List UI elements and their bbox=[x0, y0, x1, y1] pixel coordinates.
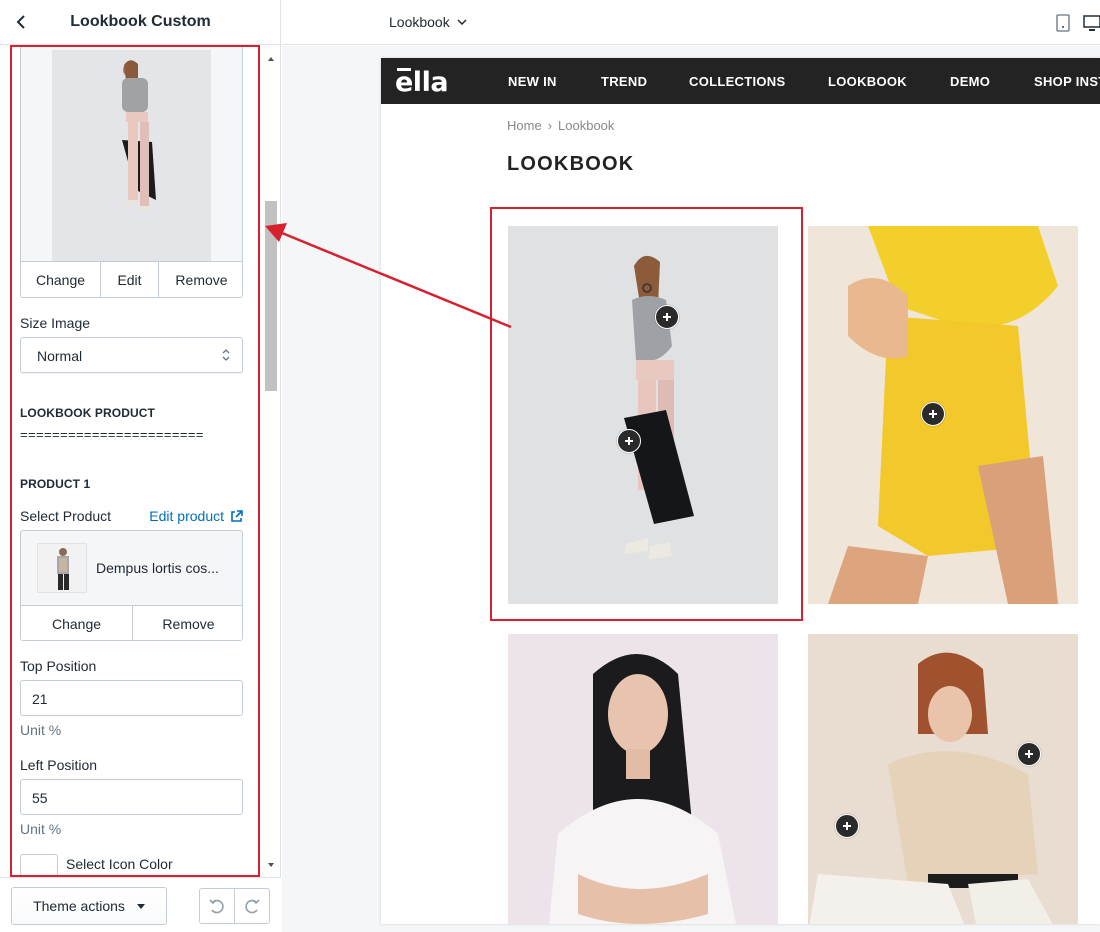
left-position-value: 55 bbox=[32, 790, 48, 806]
remove-product-button[interactable]: Remove bbox=[133, 606, 242, 640]
undo-redo-group bbox=[199, 888, 270, 924]
size-image-value: Normal bbox=[37, 348, 83, 364]
sidebar-title: Lookbook Custom bbox=[70, 13, 211, 30]
image-actions: Change Edit Remove bbox=[21, 261, 242, 297]
lookbook-image-thumbnail bbox=[52, 50, 211, 261]
hotspot-plus-icon[interactable] bbox=[921, 402, 945, 426]
theme-editor-sidebar: Lookbook Custom Change Edit Remove Size … bbox=[0, 0, 281, 932]
separator-text: ======================= bbox=[20, 427, 204, 442]
nav-item-shop-insta[interactable]: SHOP INSTA bbox=[1034, 74, 1100, 89]
icon-color-swatch[interactable] bbox=[20, 854, 58, 876]
icon-color-label: Select Icon Color bbox=[66, 856, 173, 872]
redo-icon bbox=[245, 899, 260, 914]
page-selector-label: Lookbook bbox=[389, 14, 450, 30]
product-image bbox=[38, 544, 86, 592]
change-image-button[interactable]: Change bbox=[21, 262, 101, 297]
mobile-view-icon[interactable] bbox=[1056, 14, 1070, 32]
plus-icon bbox=[1025, 750, 1033, 758]
store-logo[interactable]: ella bbox=[395, 67, 449, 98]
store-logo-text: ella bbox=[395, 67, 449, 98]
page-title: LOOKBOOK bbox=[507, 153, 635, 175]
select-product-label: Select Product bbox=[20, 508, 112, 524]
model-figure-image bbox=[52, 50, 211, 261]
breadcrumb: Home › Lookbook bbox=[507, 118, 614, 133]
hotspot-plus-icon[interactable] bbox=[835, 814, 859, 838]
left-position-input[interactable]: 55 bbox=[20, 779, 243, 815]
plus-icon bbox=[625, 437, 633, 445]
logo-macron bbox=[397, 68, 411, 71]
theme-actions-label: Theme actions bbox=[33, 898, 125, 914]
sidebar-header: Lookbook Custom bbox=[0, 0, 281, 45]
storefront-preview[interactable]: ella NEW IN TREND COLLECTIONS LOOKBOOK D… bbox=[381, 58, 1100, 924]
model-beige-knit-image bbox=[808, 634, 1078, 924]
model-grey-top-image bbox=[508, 226, 778, 604]
plus-icon bbox=[929, 410, 937, 418]
undo-button[interactable] bbox=[200, 889, 235, 923]
remove-image-button[interactable]: Remove bbox=[159, 262, 242, 297]
select-arrows-icon bbox=[222, 349, 230, 361]
sidebar-footer: Theme actions bbox=[0, 877, 281, 932]
nav-item-trend[interactable]: TREND bbox=[601, 74, 647, 89]
nav-item-demo[interactable]: DEMO bbox=[950, 74, 990, 89]
scroll-down-arrow-icon[interactable] bbox=[266, 860, 276, 870]
size-image-select[interactable]: Normal bbox=[20, 337, 243, 373]
edit-product-label: Edit product bbox=[149, 508, 224, 524]
sidebar-scrollbar[interactable] bbox=[263, 54, 279, 874]
top-position-input[interactable]: 21 bbox=[20, 680, 243, 716]
desktop-view-icon[interactable] bbox=[1083, 14, 1100, 32]
external-link-icon bbox=[231, 509, 243, 522]
settings-panel[interactable]: Change Edit Remove Size Image Normal LOO… bbox=[10, 45, 260, 877]
edit-image-button[interactable]: Edit bbox=[101, 262, 159, 297]
left-position-label: Left Position bbox=[20, 757, 98, 773]
scroll-up-arrow-icon[interactable] bbox=[266, 54, 276, 64]
top-position-unit: Unit % bbox=[20, 722, 62, 738]
lookbook-item-4[interactable] bbox=[808, 634, 1078, 924]
plus-icon bbox=[663, 313, 671, 321]
product-name: Dempus lortis cos... bbox=[96, 560, 219, 576]
lookbook-item-1[interactable] bbox=[508, 226, 778, 604]
left-position-unit: Unit % bbox=[20, 821, 62, 837]
caret-down-icon bbox=[136, 903, 145, 909]
top-position-label: Top Position bbox=[20, 658, 97, 674]
breadcrumb-home[interactable]: Home bbox=[507, 118, 542, 133]
product-1-heading: PRODUCT 1 bbox=[20, 477, 91, 491]
page-selector[interactable]: Lookbook bbox=[389, 14, 467, 30]
preview-topbar: Lookbook bbox=[282, 0, 1100, 50]
edit-product-link[interactable]: Edit product bbox=[149, 508, 243, 524]
hotspot-plus-icon[interactable] bbox=[655, 305, 679, 329]
redo-button[interactable] bbox=[235, 889, 269, 923]
top-position-value: 21 bbox=[32, 691, 48, 707]
lookbook-item-2[interactable] bbox=[808, 226, 1078, 604]
model-white-top-image bbox=[508, 634, 778, 924]
undo-icon bbox=[209, 899, 224, 914]
lookbook-item-3[interactable] bbox=[508, 634, 778, 924]
product-actions: Change Remove bbox=[21, 605, 242, 640]
chevron-down-icon bbox=[457, 19, 467, 25]
change-product-button[interactable]: Change bbox=[21, 606, 133, 640]
breadcrumb-current: Lookbook bbox=[558, 118, 615, 133]
nav-item-collections[interactable]: COLLECTIONS bbox=[689, 74, 785, 89]
size-image-label: Size Image bbox=[20, 315, 91, 331]
scroll-thumb[interactable] bbox=[265, 201, 277, 391]
store-navigation: ella NEW IN TREND COLLECTIONS LOOKBOOK D… bbox=[381, 58, 1100, 104]
product-picker: Dempus lortis cos... Change Remove bbox=[20, 530, 243, 641]
lookbook-product-heading: LOOKBOOK PRODUCT bbox=[20, 406, 155, 420]
theme-actions-button[interactable]: Theme actions bbox=[11, 887, 167, 925]
breadcrumb-separator: › bbox=[547, 118, 553, 133]
image-picker: Change Edit Remove bbox=[20, 45, 243, 298]
hotspot-plus-icon[interactable] bbox=[1017, 742, 1041, 766]
product-thumbnail bbox=[37, 543, 87, 593]
nav-item-lookbook[interactable]: LOOKBOOK bbox=[828, 74, 907, 89]
nav-item-new-in[interactable]: NEW IN bbox=[508, 74, 557, 89]
plus-icon bbox=[843, 822, 851, 830]
hotspot-plus-icon[interactable] bbox=[617, 429, 641, 453]
